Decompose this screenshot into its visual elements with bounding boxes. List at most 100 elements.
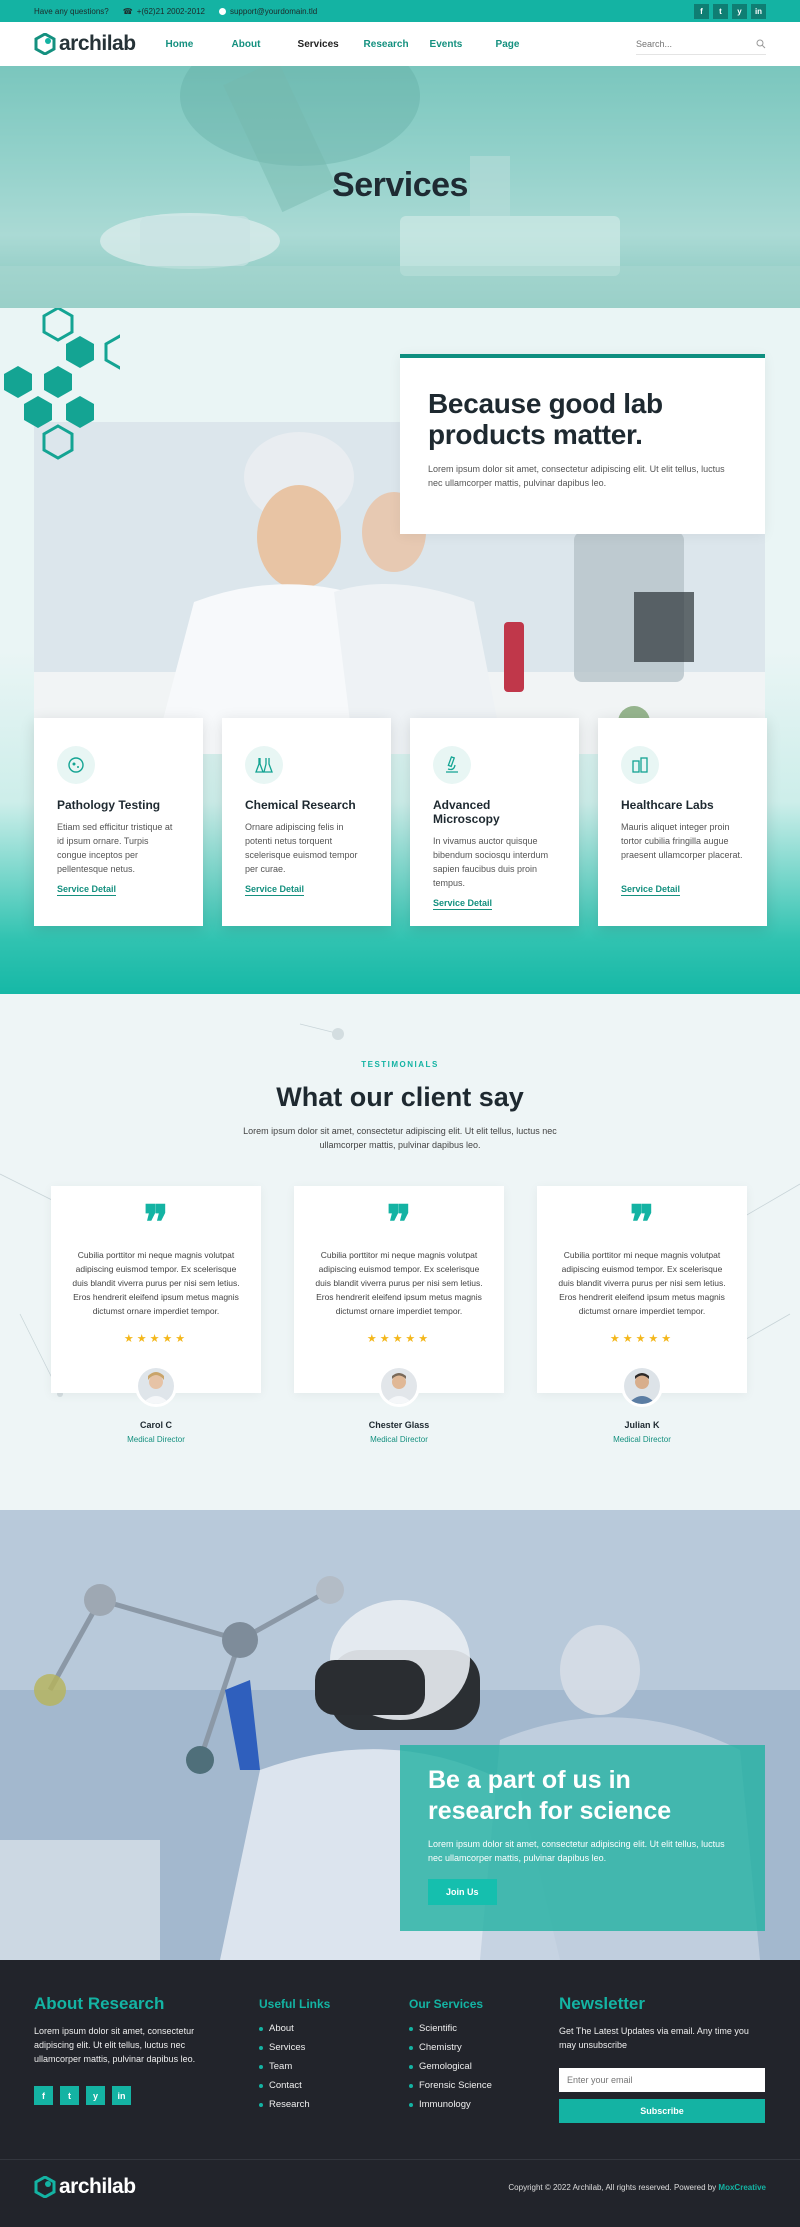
nav-page[interactable]: Page bbox=[496, 39, 562, 50]
intro-box: Because good lab products matter. Lorem … bbox=[400, 354, 765, 534]
service-card: Advanced Microscopy In vivamus auctor qu… bbox=[410, 718, 579, 926]
powered-by-link[interactable]: MoxCreative bbox=[718, 2183, 766, 2192]
site-logo[interactable]: archilab bbox=[34, 32, 136, 56]
nav-research[interactable]: Research bbox=[364, 39, 430, 50]
lab-jars-icon bbox=[621, 746, 659, 784]
phone-icon: ☎ bbox=[122, 6, 133, 16]
footer-link-contact[interactable]: Contact bbox=[259, 2080, 389, 2091]
footer-useful-links: Useful Links About Services Team Contact… bbox=[259, 1997, 389, 2118]
youtube-icon[interactable]: y bbox=[86, 2086, 105, 2105]
subscribe-button[interactable]: Subscribe bbox=[559, 2099, 765, 2123]
twitter-icon[interactable]: t bbox=[713, 3, 728, 19]
service-title: Advanced Microscopy bbox=[433, 798, 500, 826]
testimonial-authors: Carol C Medical Director Chester Glass M… bbox=[51, 1420, 747, 1444]
service-title: Healthcare Labs bbox=[621, 798, 714, 812]
footer-newsletter: Newsletter Get The Latest Updates via em… bbox=[559, 1994, 765, 2123]
service-detail-link[interactable]: Service Detail bbox=[245, 884, 305, 896]
twitter-icon[interactable]: t bbox=[60, 2086, 79, 2105]
cta-section: Be a part of us in research for science … bbox=[0, 1510, 800, 1960]
linkedin-icon[interactable]: in bbox=[751, 3, 766, 19]
footer-service-gemological[interactable]: Gemological bbox=[409, 2061, 549, 2072]
quote-icon: ❞ bbox=[143, 1195, 169, 1249]
phone-contact[interactable]: ☎ +(62)21 2002-2012 bbox=[123, 7, 205, 16]
avatar bbox=[135, 1365, 177, 1407]
logo-text: archilab bbox=[59, 32, 136, 55]
intro-heading: Because good lab products matter. bbox=[428, 388, 663, 450]
footer-divider bbox=[0, 2159, 800, 2160]
service-detail-link[interactable]: Service Detail bbox=[433, 898, 493, 910]
service-text: Etiam sed efficitur tristique at id ipsu… bbox=[57, 822, 173, 874]
main-nav: archilab Home About Services Research Ev… bbox=[0, 22, 800, 66]
footer-service-chemistry[interactable]: Chemistry bbox=[409, 2042, 549, 2053]
footer-services-title: Our Services bbox=[409, 1997, 484, 2011]
email-icon bbox=[218, 7, 226, 15]
logo-hexagon-icon bbox=[34, 2176, 56, 2198]
author-role: Medical Director bbox=[613, 1435, 671, 1444]
testimonials-section: TESTIMONIALS What our client say Lorem i… bbox=[0, 994, 800, 1510]
service-detail-link[interactable]: Service Detail bbox=[621, 884, 681, 896]
testimonial-card: ❞ Cubilia porttitor mi neque magnis volu… bbox=[294, 1186, 504, 1407]
service-text: Mauris aliquet integer proin tortor cubi… bbox=[621, 822, 743, 860]
nav-services[interactable]: Services bbox=[298, 39, 364, 50]
service-text: Ornare adipiscing felis in potenti netus… bbox=[245, 822, 358, 874]
footer-service-scientific[interactable]: Scientific bbox=[409, 2023, 549, 2034]
cta-text: Lorem ipsum dolor sit amet, consectetur … bbox=[428, 1839, 725, 1863]
nav-home[interactable]: Home bbox=[166, 39, 232, 50]
footer-link-team[interactable]: Team bbox=[259, 2061, 389, 2072]
newsletter-email-input[interactable] bbox=[559, 2068, 765, 2092]
hexagon-decoration bbox=[4, 308, 120, 460]
newsletter-title: Newsletter bbox=[559, 1994, 645, 2013]
search-box bbox=[636, 33, 766, 55]
join-us-button[interactable]: Join Us bbox=[428, 1879, 497, 1905]
testimonial-cards: ❞ Cubilia porttitor mi neque magnis volu… bbox=[51, 1186, 747, 1407]
phone-number: +(62)21 2002-2012 bbox=[136, 6, 205, 16]
testimonial-quote: Cubilia porttitor mi neque magnis volutp… bbox=[72, 1250, 240, 1316]
avatar bbox=[378, 1365, 420, 1407]
search-input[interactable] bbox=[636, 38, 756, 49]
footer-about-title: About Research bbox=[34, 1994, 165, 2013]
cta-box: Be a part of us in research for science … bbox=[400, 1745, 765, 1931]
facebook-icon[interactable]: f bbox=[694, 3, 709, 19]
youtube-icon[interactable]: y bbox=[732, 3, 747, 19]
site-footer: About Research Lorem ipsum dolor sit ame… bbox=[0, 1960, 800, 2227]
service-title: Chemical Research bbox=[245, 798, 356, 812]
quote-icon: ❞ bbox=[386, 1195, 412, 1249]
service-detail-link[interactable]: Service Detail bbox=[57, 884, 117, 896]
intro-text: Lorem ipsum dolor sit amet, consectetur … bbox=[428, 464, 725, 488]
star-rating: ★★★★★ bbox=[609, 1333, 675, 1345]
copyright: Copyright © 2022 Archilab, All rights re… bbox=[508, 2183, 766, 2192]
testimonials-eyebrow: TESTIMONIALS bbox=[361, 1060, 439, 1069]
facebook-icon[interactable]: f bbox=[34, 2086, 53, 2105]
email-contact[interactable]: support@yourdomain.tld bbox=[218, 6, 318, 16]
author-name: Julian K bbox=[624, 1420, 660, 1430]
testimonial-quote: Cubilia porttitor mi neque magnis volutp… bbox=[558, 1250, 726, 1316]
footer-link-research[interactable]: Research bbox=[259, 2099, 389, 2110]
star-rating: ★★★★★ bbox=[123, 1333, 189, 1345]
testimonial-author: Julian K Medical Director bbox=[537, 1420, 747, 1444]
footer-service-immunology[interactable]: Immunology bbox=[409, 2099, 549, 2110]
author-name: Carol C bbox=[139, 1420, 172, 1430]
footer-service-forensic[interactable]: Forensic Science bbox=[409, 2080, 549, 2091]
footer-link-about[interactable]: About bbox=[259, 2023, 389, 2034]
footer-socials: f t y in bbox=[34, 2086, 224, 2105]
email-address: support@yourdomain.tld bbox=[229, 6, 318, 16]
service-card: Pathology Testing Etiam sed efficitur tr… bbox=[34, 718, 203, 926]
nav-about[interactable]: About bbox=[232, 39, 298, 50]
nav-events[interactable]: Events bbox=[430, 39, 496, 50]
copyright-text: Copyright © 2022 Archilab, All rights re… bbox=[508, 2182, 717, 2192]
service-title: Pathology Testing bbox=[57, 798, 161, 812]
author-role: Medical Director bbox=[370, 1435, 428, 1444]
linkedin-icon[interactable]: in bbox=[112, 2086, 131, 2105]
testimonial-card: ❞ Cubilia porttitor mi neque magnis volu… bbox=[537, 1186, 747, 1407]
testimonials-lead: Lorem ipsum dolor sit amet, consectetur … bbox=[243, 1126, 557, 1150]
testimonial-author: Chester Glass Medical Director bbox=[294, 1420, 504, 1444]
footer-links-title: Useful Links bbox=[259, 1997, 331, 2011]
footer-logo[interactable]: archilab bbox=[34, 2175, 136, 2199]
service-card: Healthcare Labs Mauris aliquet integer p… bbox=[598, 718, 767, 926]
page-title: Services bbox=[332, 166, 468, 204]
footer-link-services[interactable]: Services bbox=[259, 2042, 389, 2053]
search-icon[interactable] bbox=[756, 39, 766, 49]
flask-icon bbox=[245, 746, 283, 784]
footer-about-text: Lorem ipsum dolor sit amet, consectetur … bbox=[34, 2026, 196, 2064]
question-text: Have any questions? bbox=[34, 6, 109, 16]
